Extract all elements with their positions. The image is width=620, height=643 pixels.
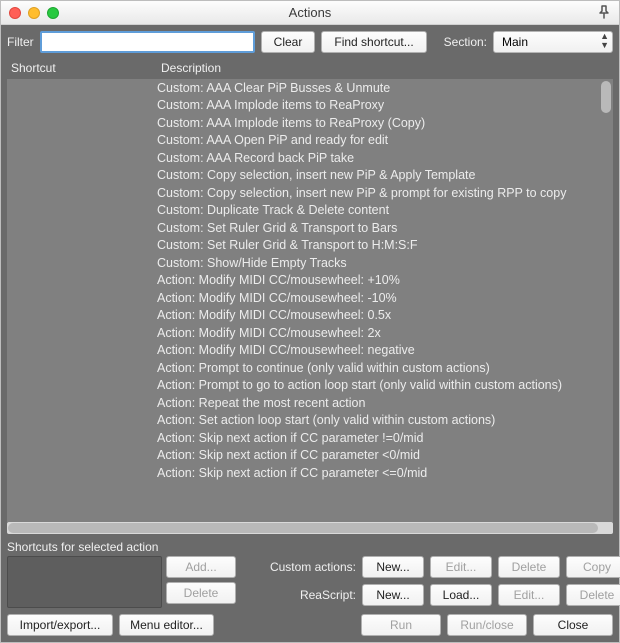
- list-item[interactable]: Custom: Copy selection, insert new PiP &…: [7, 184, 613, 202]
- reascript-load-button[interactable]: Load...: [430, 584, 492, 606]
- reascript-row: ReaScript: New... Load... Edit... Delete: [244, 584, 620, 606]
- list-item-description: Action: Prompt to continue (only valid w…: [157, 361, 613, 375]
- import-export-button[interactable]: Import/export...: [7, 614, 113, 636]
- list-item[interactable]: Action: Modify MIDI CC/mousewheel: -10%: [7, 289, 613, 307]
- reascript-delete-button[interactable]: Delete: [566, 584, 620, 606]
- list-item[interactable]: Action: Modify MIDI CC/mousewheel: 2x: [7, 324, 613, 342]
- list-item[interactable]: Action: Skip next action if CC parameter…: [7, 464, 613, 482]
- list-item[interactable]: Action: Prompt to go to action loop star…: [7, 377, 613, 395]
- list-item[interactable]: Action: Repeat the most recent action: [7, 394, 613, 412]
- shortcut-add-button[interactable]: Add...: [166, 556, 236, 578]
- shortcuts-body: Add... Delete: [7, 556, 236, 608]
- custom-edit-button[interactable]: Edit...: [430, 556, 492, 578]
- list-item-description: Custom: AAA Clear PiP Busses & Unmute: [157, 81, 613, 95]
- list-item-description: Action: Modify MIDI CC/mousewheel: negat…: [157, 343, 613, 357]
- list-item[interactable]: Action: Skip next action if CC parameter…: [7, 447, 613, 465]
- filter-input[interactable]: [40, 31, 255, 53]
- list-item[interactable]: Action: Modify MIDI CC/mousewheel: 0.5x: [7, 307, 613, 325]
- window-body: Filter Clear Find shortcut... Section: M…: [1, 25, 619, 642]
- pin-icon[interactable]: [597, 5, 611, 22]
- find-shortcut-button[interactable]: Find shortcut...: [321, 31, 426, 53]
- shortcuts-list[interactable]: [7, 556, 162, 608]
- clear-button[interactable]: Clear: [261, 31, 316, 53]
- vertical-scrollbar[interactable]: [601, 81, 611, 520]
- right-button-rows: Custom actions: New... Edit... Delete Co…: [244, 540, 620, 608]
- list-item[interactable]: Action: Modify MIDI CC/mousewheel: negat…: [7, 342, 613, 360]
- column-shortcut[interactable]: Shortcut: [7, 59, 157, 79]
- list-item-description: Custom: Copy selection, insert new PiP &…: [157, 168, 613, 182]
- list-item-description: Action: Repeat the most recent action: [157, 396, 613, 410]
- list-item[interactable]: Custom: Set Ruler Grid & Transport to H:…: [7, 237, 613, 255]
- list-item[interactable]: Custom: Show/Hide Empty Tracks: [7, 254, 613, 272]
- filter-label: Filter: [7, 35, 34, 49]
- list-item[interactable]: Custom: AAA Record back PiP take: [7, 149, 613, 167]
- list-item-description: Action: Set action loop start (only vali…: [157, 413, 613, 427]
- list-item-description: Action: Modify MIDI CC/mousewheel: -10%: [157, 291, 613, 305]
- column-headers: Shortcut Description: [7, 59, 613, 79]
- custom-actions-label: Custom actions:: [244, 560, 356, 574]
- bottom-panel: Shortcuts for selected action Add... Del…: [7, 540, 613, 636]
- list-item-description: Action: Skip next action if CC parameter…: [157, 466, 613, 480]
- list-item[interactable]: Action: Modify MIDI CC/mousewheel: +10%: [7, 272, 613, 290]
- list-item[interactable]: Custom: Copy selection, insert new PiP &…: [7, 167, 613, 185]
- action-list-wrap: Shortcut Description Custom: AAA Clear P…: [7, 59, 613, 534]
- window-title: Actions: [1, 5, 619, 20]
- list-item-description: Custom: AAA Record back PiP take: [157, 151, 613, 165]
- list-item-description: Custom: Set Ruler Grid & Transport to H:…: [157, 238, 613, 252]
- shortcuts-box: Shortcuts for selected action Add... Del…: [7, 540, 236, 608]
- list-item[interactable]: Custom: AAA Clear PiP Busses & Unmute: [7, 79, 613, 97]
- custom-copy-button[interactable]: Copy: [566, 556, 620, 578]
- list-item[interactable]: Custom: AAA Implode items to ReaProxy: [7, 97, 613, 115]
- vertical-scroll-thumb[interactable]: [601, 81, 611, 113]
- actions-window: Actions Filter Clear Find shortcut... Se…: [0, 0, 620, 643]
- shortcut-buttons: Add... Delete: [166, 556, 236, 608]
- run-close-button[interactable]: Run/close: [447, 614, 527, 636]
- list-item-description: Action: Modify MIDI CC/mousewheel: 2x: [157, 326, 613, 340]
- list-item-description: Custom: AAA Implode items to ReaProxy (C…: [157, 116, 613, 130]
- list-item-description: Action: Skip next action if CC parameter…: [157, 431, 613, 445]
- action-listbox[interactable]: Custom: AAA Clear PiP Busses & Unmute Cus…: [7, 79, 613, 522]
- reascript-edit-button[interactable]: Edit...: [498, 584, 560, 606]
- list-item-description: Action: Prompt to go to action loop star…: [157, 378, 613, 392]
- list-item-description: Action: Modify MIDI CC/mousewheel: 0.5x: [157, 308, 613, 322]
- list-item-description: Custom: Duplicate Track & Delete content: [157, 203, 613, 217]
- custom-actions-row: Custom actions: New... Edit... Delete Co…: [244, 556, 620, 578]
- run-button[interactable]: Run: [361, 614, 441, 636]
- column-description[interactable]: Description: [157, 59, 225, 79]
- list-item[interactable]: Custom: AAA Implode items to ReaProxy (C…: [7, 114, 613, 132]
- list-item[interactable]: Action: Skip next action if CC parameter…: [7, 429, 613, 447]
- list-item-description: Action: Modify MIDI CC/mousewheel: +10%: [157, 273, 613, 287]
- shortcuts-area: Shortcuts for selected action Add... Del…: [7, 540, 613, 608]
- list-item[interactable]: Custom: AAA Open PiP and ready for edit: [7, 132, 613, 150]
- list-item-description: Custom: Show/Hide Empty Tracks: [157, 256, 613, 270]
- list-item[interactable]: Action: Set action loop start (only vali…: [7, 412, 613, 430]
- menu-editor-button[interactable]: Menu editor...: [119, 614, 214, 636]
- horizontal-scrollbar[interactable]: [7, 522, 613, 534]
- footer-row: Import/export... Menu editor... Run Run/…: [7, 614, 613, 636]
- list-item[interactable]: Custom: Set Ruler Grid & Transport to Ba…: [7, 219, 613, 237]
- shortcuts-title: Shortcuts for selected action: [7, 540, 236, 554]
- section-label: Section:: [444, 35, 487, 49]
- list-item[interactable]: Custom: Duplicate Track & Delete content: [7, 202, 613, 220]
- filter-row: Filter Clear Find shortcut... Section: M…: [7, 31, 613, 53]
- list-item-description: Custom: Copy selection, insert new PiP &…: [157, 186, 613, 200]
- custom-delete-button[interactable]: Delete: [498, 556, 560, 578]
- reascript-label: ReaScript:: [244, 588, 356, 602]
- titlebar[interactable]: Actions: [1, 1, 619, 25]
- list-item[interactable]: Action: Prompt to continue (only valid w…: [7, 359, 613, 377]
- list-item-description: Custom: AAA Implode items to ReaProxy: [157, 98, 613, 112]
- section-select[interactable]: Main: [493, 31, 613, 53]
- shortcut-delete-button[interactable]: Delete: [166, 582, 236, 604]
- horizontal-scroll-thumb[interactable]: [8, 523, 598, 533]
- list-item-description: Custom: AAA Open PiP and ready for edit: [157, 133, 613, 147]
- reascript-new-button[interactable]: New...: [362, 584, 424, 606]
- close-button[interactable]: Close: [533, 614, 613, 636]
- section-select-wrap: Main ▲▼: [493, 31, 613, 53]
- list-item-description: Action: Skip next action if CC parameter…: [157, 448, 613, 462]
- list-item-description: Custom: Set Ruler Grid & Transport to Ba…: [157, 221, 613, 235]
- custom-new-button[interactable]: New...: [362, 556, 424, 578]
